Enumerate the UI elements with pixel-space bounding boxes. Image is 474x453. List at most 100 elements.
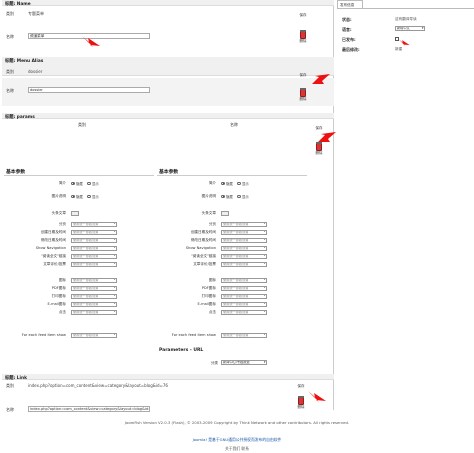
name-type-label: 类别 — [6, 11, 14, 16]
right-block-divider — [157, 175, 307, 176]
params-url-title: Parameters - URL — [159, 348, 204, 353]
param-label: 图标 — [58, 278, 66, 282]
alias-type-value: dossier — [28, 69, 43, 74]
hide-radio[interactable] — [71, 194, 75, 198]
hide-radio[interactable] — [221, 194, 225, 198]
language-label: 语言: — [342, 27, 352, 32]
show-radio[interactable] — [237, 194, 241, 198]
param-select[interactable]: 使用统一参数设置 — [71, 221, 117, 227]
footer-links[interactable]: 关于我们 联系 — [0, 446, 474, 452]
link-type-label: 类别 — [6, 383, 14, 388]
param-select[interactable]: 使用统一参数设置 — [221, 301, 267, 307]
param-label: 打印图标 — [201, 294, 216, 298]
hide-option-label: 隐藏 — [226, 195, 233, 199]
param-label: For each feed item show — [171, 333, 216, 337]
delete-label: 删除 — [297, 405, 305, 409]
param-select[interactable]: 使用统一参数设置 — [71, 285, 117, 291]
param-select[interactable]: 使用统一参数设置 — [71, 229, 117, 235]
delete-tool-2[interactable]: 删除 — [296, 88, 310, 102]
save-label: 保存 — [299, 13, 307, 17]
section-link-header: 标题: Link — [2, 374, 334, 381]
param-label: For each feed item show — [21, 333, 66, 337]
param-select[interactable]: 使用统一参数设置 — [221, 332, 267, 338]
save-tool-2[interactable]: 保存 — [296, 73, 310, 78]
param-label: 打印图标 — [51, 294, 66, 298]
param-select[interactable]: 使用统一参数设置 — [71, 309, 117, 315]
param-label: E-mail图标 — [47, 302, 66, 306]
delete-label: 删除 — [299, 97, 307, 101]
status-label: 状态: — [342, 17, 352, 22]
show-option-label: 显示 — [242, 195, 249, 199]
param-label: 图片说明 — [51, 194, 66, 198]
delete-tool-3[interactable]: 删除 — [312, 142, 326, 156]
delete-tool-1[interactable]: 删除 — [296, 30, 310, 44]
param-select[interactable]: 使用统一参数设置 — [221, 277, 267, 283]
url-category-select[interactable]: 新闻中心/专题报道 — [221, 360, 267, 365]
alias-translation-input[interactable]: dossier — [28, 87, 150, 93]
url-category-label: 分类 — [210, 361, 218, 365]
featured-input[interactable] — [71, 210, 79, 216]
param-select[interactable]: 使用统一参数设置 — [221, 309, 267, 315]
footer-license: Joomla! 是基于GNU通用公共授权而发布的自由软件 — [192, 437, 282, 442]
param-label: 分页 — [208, 222, 216, 226]
published-label: 已发布: — [342, 37, 356, 42]
save-tool-1[interactable]: 保存 — [296, 13, 310, 18]
param-select[interactable]: 使用统一参数设置 — [221, 253, 267, 259]
param-select[interactable]: 使用统一参数设置 — [71, 293, 117, 299]
param-select[interactable]: 使用统一参数设置 — [71, 277, 117, 283]
hide-option-label: 隐藏 — [76, 195, 83, 199]
param-select[interactable]: 使用统一参数设置 — [71, 261, 117, 267]
param-label: "阅读全文"链接 — [191, 254, 216, 258]
param-label: "阅读全文"链接 — [41, 254, 66, 258]
delete-label: 删除 — [315, 151, 323, 155]
link-translation-input[interactable]: index.php?option=com_content&view=catego… — [28, 406, 150, 412]
last-modified-label: 最后修改: — [342, 47, 360, 52]
param-select[interactable]: 使用统一参数设置 — [71, 332, 117, 338]
param-label: 头条文章 — [201, 211, 216, 215]
param-select[interactable]: 使用统一参数设置 — [71, 237, 117, 243]
left-block-divider — [4, 175, 154, 176]
delete-label: 删除 — [299, 39, 307, 43]
param-label: 创建日期及时间 — [40, 230, 66, 234]
show-option-label: 显示 — [92, 182, 99, 186]
param-select[interactable]: 使用统一参数设置 — [221, 285, 267, 291]
save-label: 保存 — [299, 73, 307, 77]
param-select[interactable]: 使用统一参数设置 — [221, 237, 267, 243]
param-label: 点击 — [58, 310, 66, 314]
alias-name-label: 名称 — [6, 88, 14, 93]
param-select[interactable]: 使用统一参数设置 — [221, 261, 267, 267]
show-radio[interactable] — [237, 181, 241, 185]
param-select[interactable]: 使用统一参数设置 — [221, 245, 267, 251]
param-label: 简介 — [208, 181, 216, 185]
hide-radio[interactable] — [71, 181, 75, 185]
param-label: PDF图标 — [201, 286, 216, 290]
name-type-value: 专题菜单 — [28, 11, 44, 16]
param-label: 文章评价/投票 — [43, 262, 66, 266]
last-modified-value: 新建 — [395, 47, 403, 51]
param-label: 分页 — [58, 222, 66, 226]
hide-option-label: 隐藏 — [76, 182, 83, 186]
param-label: Show Navigation — [185, 246, 216, 250]
red-arrow-icon — [308, 391, 326, 402]
show-radio[interactable] — [87, 194, 91, 198]
hide-radio[interactable] — [221, 181, 225, 185]
featured-input[interactable] — [221, 210, 229, 216]
param-select[interactable]: 使用统一参数设置 — [221, 229, 267, 235]
section-name-header: 标题: Name — [2, 0, 334, 7]
param-select[interactable]: 使用统一参数设置 — [71, 301, 117, 307]
trash-icon — [298, 396, 304, 405]
show-radio[interactable] — [87, 181, 91, 185]
params-col-name: 名称 — [230, 122, 238, 127]
red-arrow-icon — [312, 74, 330, 84]
param-label: PDF图标 — [51, 286, 66, 290]
param-select[interactable]: 使用统一参数设置 — [221, 293, 267, 299]
language-select[interactable]: 新增中文 — [395, 26, 425, 31]
tab-publish-info[interactable]: 发布信息 — [337, 0, 363, 8]
right-block-title: 基本参数 — [159, 170, 179, 175]
param-select[interactable]: 使用统一参数设置 — [71, 245, 117, 251]
link-name-label: 名称 — [6, 407, 14, 412]
param-label: 图片说明 — [201, 194, 216, 198]
trash-icon — [300, 30, 306, 39]
param-select[interactable]: 使用统一参数设置 — [221, 221, 267, 227]
param-select[interactable]: 使用统一参数设置 — [71, 253, 117, 259]
